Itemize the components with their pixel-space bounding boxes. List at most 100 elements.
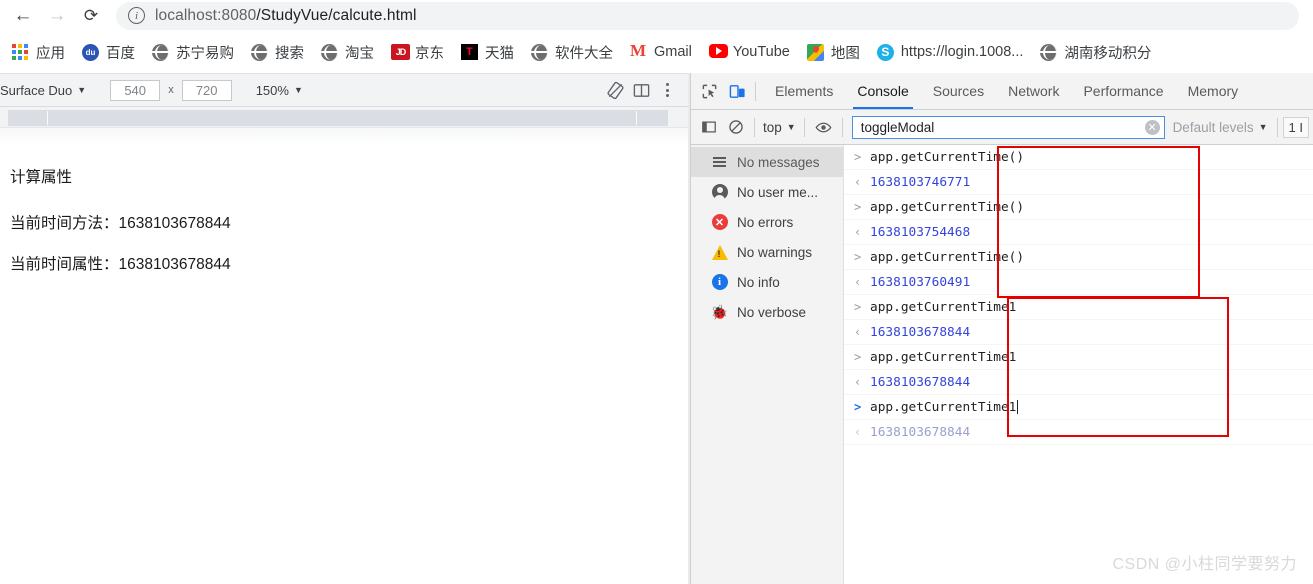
console-result: 1638103746771 xyxy=(870,174,971,190)
tab-performance[interactable]: Performance xyxy=(1071,73,1175,109)
text-cursor xyxy=(1017,400,1019,414)
sidebar-item-messages[interactable]: No messages xyxy=(691,147,843,177)
live-expression-icon[interactable] xyxy=(810,114,837,140)
console-expression: app.getCurrentTime1 xyxy=(870,399,1017,415)
context-label: top xyxy=(763,119,782,135)
toolbar-divider xyxy=(754,117,755,137)
bookmarks-bar: 应用 du 百度 苏宁易购 搜索 淘宝 JD 京东 T 天猫 软件大全 M Gm… xyxy=(0,31,1313,73)
device-select[interactable]: Surface Duo ▼ xyxy=(0,83,86,98)
sidebar-item-info[interactable]: i No info xyxy=(691,267,843,297)
kebab-menu-icon[interactable] xyxy=(654,77,680,103)
chevron-down-icon: ▼ xyxy=(293,85,303,95)
bookmark-software[interactable]: 软件大全 xyxy=(531,42,613,63)
clear-input-icon[interactable]: ✕ xyxy=(1144,119,1160,135)
bookmark-label: 淘宝 xyxy=(345,45,374,62)
globe-icon xyxy=(152,43,169,61)
bookmark-label: YouTube xyxy=(732,44,790,60)
viewport-height-input[interactable]: 720 xyxy=(181,79,232,101)
console-filter-input[interactable]: toggleModal ✕ xyxy=(851,115,1165,139)
info-icon: i xyxy=(711,274,728,291)
log-level-select[interactable]: Default levels ▼ xyxy=(1169,120,1272,135)
browser-toolbar: ← → ⟳ i localhost:8080/StudyVue/calcute.… xyxy=(0,0,1313,31)
bookmark-gmail[interactable]: M Gmail xyxy=(630,42,692,61)
chevron-down-icon: ▼ xyxy=(1258,122,1268,132)
output-caret-icon: ‹ xyxy=(854,325,862,339)
bookmark-login[interactable]: https://login.1008... xyxy=(876,43,1023,61)
zoom-select[interactable]: 150% ▼ xyxy=(256,83,303,98)
address-bar[interactable]: i localhost:8080/StudyVue/calcute.html xyxy=(116,1,1299,30)
inspect-element-icon[interactable] xyxy=(695,78,723,104)
input-caret-icon: > xyxy=(854,200,862,214)
bookmark-youtube[interactable]: YouTube xyxy=(708,43,790,61)
tab-network[interactable]: Network xyxy=(996,73,1071,109)
sidebar-item-label: No info xyxy=(737,274,780,290)
viewport-resize-handle[interactable] xyxy=(8,110,668,126)
tab-sources[interactable]: Sources xyxy=(921,73,996,109)
input-caret-icon: > xyxy=(854,350,862,364)
toolbar-divider xyxy=(803,117,805,137)
console-output-row: ‹ 1638103746771 xyxy=(844,170,1313,195)
tab-memory[interactable]: Memory xyxy=(1176,73,1251,109)
viewport-width-input[interactable]: 540 xyxy=(110,79,161,101)
bookmark-search[interactable]: 搜索 xyxy=(251,42,304,63)
bookmark-maps[interactable]: 地图 xyxy=(806,42,860,63)
dual-screen-icon[interactable] xyxy=(628,77,654,103)
url-host: localhost:8080 xyxy=(155,6,257,24)
bookmark-hunan-mobile[interactable]: 湖南移动积分 xyxy=(1040,42,1151,63)
bookmark-jd[interactable]: JD 京东 xyxy=(391,42,444,63)
bookmark-taobao[interactable]: 淘宝 xyxy=(321,42,374,63)
bookmark-label: 湖南移动积分 xyxy=(1064,45,1152,62)
console-input-row[interactable]: > app.getCurrentTime1 xyxy=(844,295,1313,320)
show-console-sidebar-icon[interactable] xyxy=(695,114,722,140)
sidebar-item-errors[interactable]: ✕ No errors xyxy=(691,207,843,237)
tab-console[interactable]: Console xyxy=(845,73,920,109)
back-button[interactable]: ← xyxy=(6,2,40,30)
bookmark-label: 软件大全 xyxy=(555,45,613,62)
url-text: localhost:8080/StudyVue/calcute.html xyxy=(155,7,417,25)
tab-elements[interactable]: Elements xyxy=(763,73,845,109)
console-input-row[interactable]: > app.getCurrentTime1 xyxy=(844,345,1313,370)
devtools-panel: Elements Console Sources Network Perform… xyxy=(690,73,1313,584)
console-output-row: ‹ 1638103678844 xyxy=(844,320,1313,345)
bookmark-apps[interactable]: 应用 xyxy=(12,42,65,63)
forward-button[interactable]: → xyxy=(40,2,74,30)
console-input-row[interactable]: > app.getCurrentTime() xyxy=(844,145,1313,170)
globe-icon xyxy=(321,43,338,61)
sidebar-item-warnings[interactable]: No warnings xyxy=(691,237,843,267)
warning-icon xyxy=(711,244,728,261)
console-input-row[interactable]: > app.getCurrentTime() xyxy=(844,195,1313,220)
console-prompt-row[interactable]: > app.getCurrentTime1 xyxy=(844,395,1313,420)
input-caret-icon: > xyxy=(854,150,862,164)
reload-button[interactable]: ⟳ xyxy=(74,2,108,30)
sidebar-item-label: No errors xyxy=(737,214,794,230)
bookmark-baidu[interactable]: du 百度 xyxy=(82,42,135,63)
filter-value: toggleModal xyxy=(860,119,935,135)
device-toolbar-icon[interactable] xyxy=(723,78,751,104)
console-result: 1638103678844 xyxy=(870,324,971,340)
output-caret-icon: ‹ xyxy=(854,375,862,389)
sidebar-item-verbose[interactable]: 🐞 No verbose xyxy=(691,297,843,327)
user-icon xyxy=(711,184,728,202)
execution-context-select[interactable]: top ▼ xyxy=(760,120,799,135)
bookmark-suning[interactable]: 苏宁易购 xyxy=(152,42,234,63)
clear-console-icon[interactable] xyxy=(722,114,749,140)
bookmark-label: 百度 xyxy=(106,45,135,62)
console-input-row[interactable]: > app.getCurrentTime() xyxy=(844,245,1313,270)
url-path: /StudyVue/calcute.html xyxy=(256,6,417,24)
rotate-icon[interactable] xyxy=(602,77,628,103)
site-info-icon[interactable]: i xyxy=(128,7,145,24)
issues-counter[interactable]: 1 I xyxy=(1282,116,1309,138)
console-expression: app.getCurrentTime1 xyxy=(870,349,1017,365)
console-output-row: ‹ 1638103754468 xyxy=(844,220,1313,245)
output-caret-icon: ‹ xyxy=(854,425,862,439)
csdn-watermark: CSDN @小柱同学要努力 xyxy=(1112,556,1297,573)
bookmark-label: 地图 xyxy=(830,45,860,62)
sidebar-item-user-messages[interactable]: No user me... xyxy=(691,177,843,207)
bookmark-tmall[interactable]: T 天猫 xyxy=(461,42,514,63)
output-caret-icon: ‹ xyxy=(854,225,862,239)
jd-icon: JD xyxy=(391,43,410,61)
bookmark-label: Gmail xyxy=(654,44,692,60)
output-caret-icon: ‹ xyxy=(854,175,862,189)
emulated-page-pane: Surface Duo ▼ 540 x 720 150% ▼ 计算属性 当前时间… xyxy=(0,73,688,584)
console-log-area[interactable]: > app.getCurrentTime() ‹ 1638103746771 >… xyxy=(844,145,1313,584)
